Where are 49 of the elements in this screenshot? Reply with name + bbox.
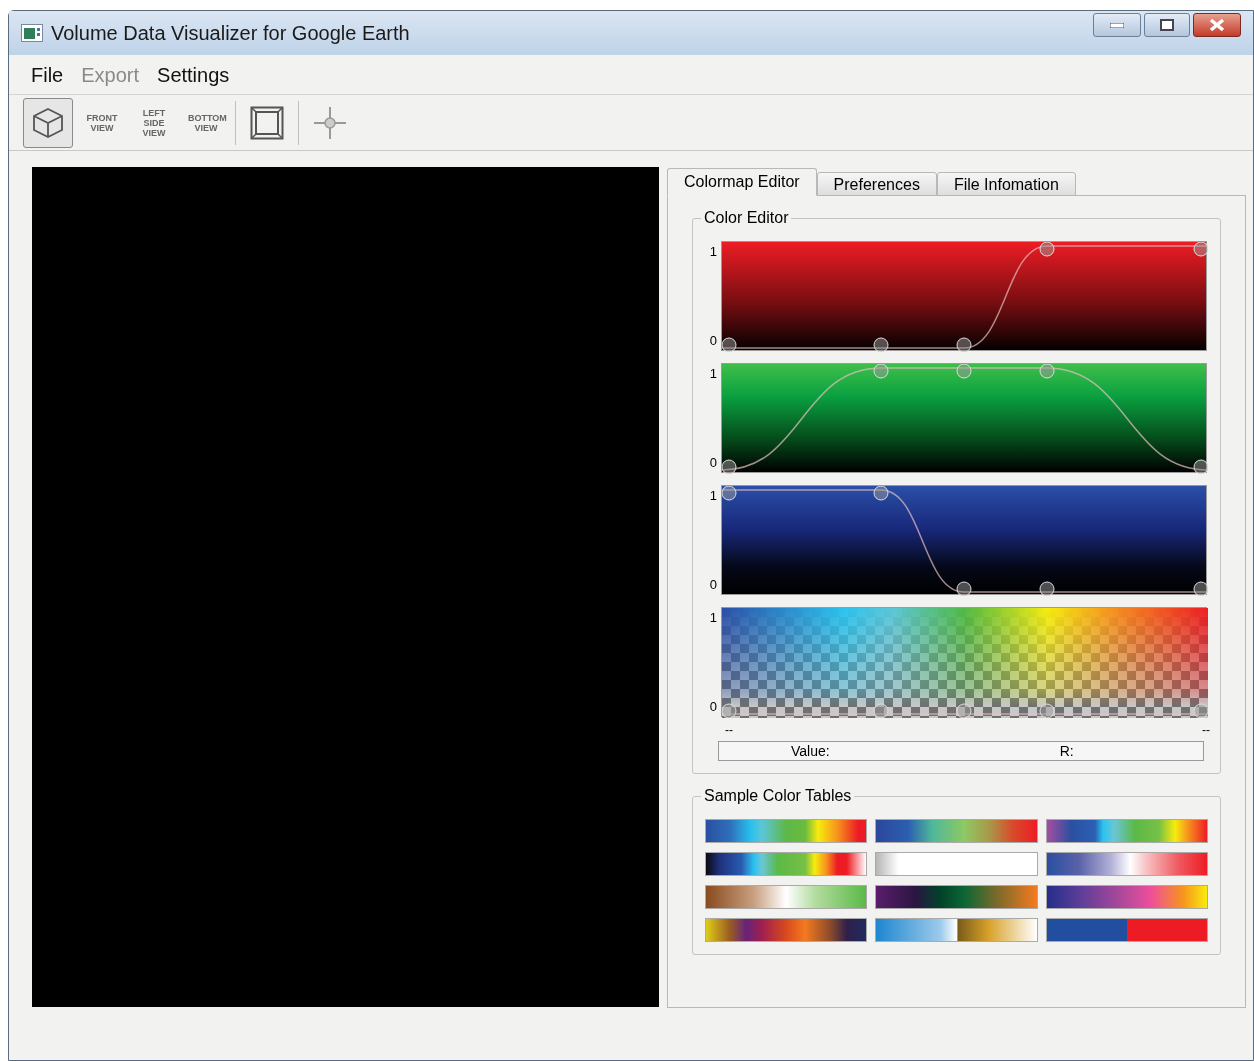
- group-title: Sample Color Tables: [701, 786, 855, 806]
- axis-min-label: 0: [708, 578, 717, 591]
- axis-min-label: 0: [708, 334, 717, 347]
- maximize-button[interactable]: [1144, 13, 1190, 37]
- color-table-swatch[interactable]: [705, 885, 868, 909]
- axis-max-label: 1: [708, 611, 717, 624]
- color-curve-editor[interactable]: [721, 485, 1207, 595]
- axis-max-label: 1: [708, 245, 717, 258]
- frame-icon: [250, 105, 284, 140]
- color-table-swatch[interactable]: [875, 852, 1038, 876]
- crosshair-icon: [313, 105, 347, 140]
- toolbar-button[interactable]: [23, 97, 73, 148]
- color-table-swatch[interactable]: [875, 885, 1038, 909]
- axis-max-label: 1: [708, 367, 717, 380]
- minimize-button[interactable]: [1093, 13, 1141, 37]
- tab[interactable]: Colormap Editor: [667, 168, 817, 196]
- color-table-swatch[interactable]: [1045, 852, 1208, 876]
- menu-item[interactable]: Settings: [157, 59, 230, 90]
- value-label: Value:: [791, 741, 830, 761]
- minimize-icon: [1110, 22, 1124, 28]
- color-curve-editor[interactable]: [721, 241, 1207, 351]
- color-curve-editor[interactable]: [721, 363, 1207, 473]
- color-table-swatch[interactable]: [1045, 819, 1208, 843]
- view-button[interactable]: BOTTOM VIEW: [183, 97, 229, 148]
- opacity-curve-editor[interactable]: [721, 607, 1207, 717]
- color-table-swatch[interactable]: [1045, 918, 1208, 942]
- color-table-swatch[interactable]: [705, 852, 868, 876]
- range-max-label: --: [1202, 723, 1210, 737]
- tab[interactable]: Preferences: [816, 172, 937, 196]
- color-table-swatch[interactable]: [705, 819, 868, 843]
- color-table-swatch[interactable]: [1045, 885, 1208, 909]
- close-button[interactable]: [1193, 13, 1241, 37]
- app-icon: [21, 24, 43, 42]
- menu-item[interactable]: File: [31, 59, 64, 90]
- range-min-label: --: [725, 723, 733, 737]
- window-title: Volume Data Visualizer for Google Earth: [51, 21, 410, 46]
- view-button[interactable]: FRONT VIEW: [79, 97, 125, 148]
- channel-label: R:: [1059, 741, 1074, 761]
- color-table-swatch[interactable]: [705, 918, 868, 942]
- color-table-swatch[interactable]: [875, 918, 1038, 942]
- color-table-swatch[interactable]: [875, 819, 1038, 843]
- close-icon: [1209, 18, 1225, 32]
- axis-max-label: 1: [708, 489, 717, 502]
- cube-icon: [31, 105, 65, 140]
- axis-min-label: 0: [708, 456, 717, 469]
- view-button[interactable]: LEFT SIDE VIEW: [131, 97, 177, 148]
- maximize-icon: [1160, 19, 1174, 31]
- axis-min-label: 0: [708, 700, 717, 713]
- tab[interactable]: File Infomation: [936, 172, 1076, 196]
